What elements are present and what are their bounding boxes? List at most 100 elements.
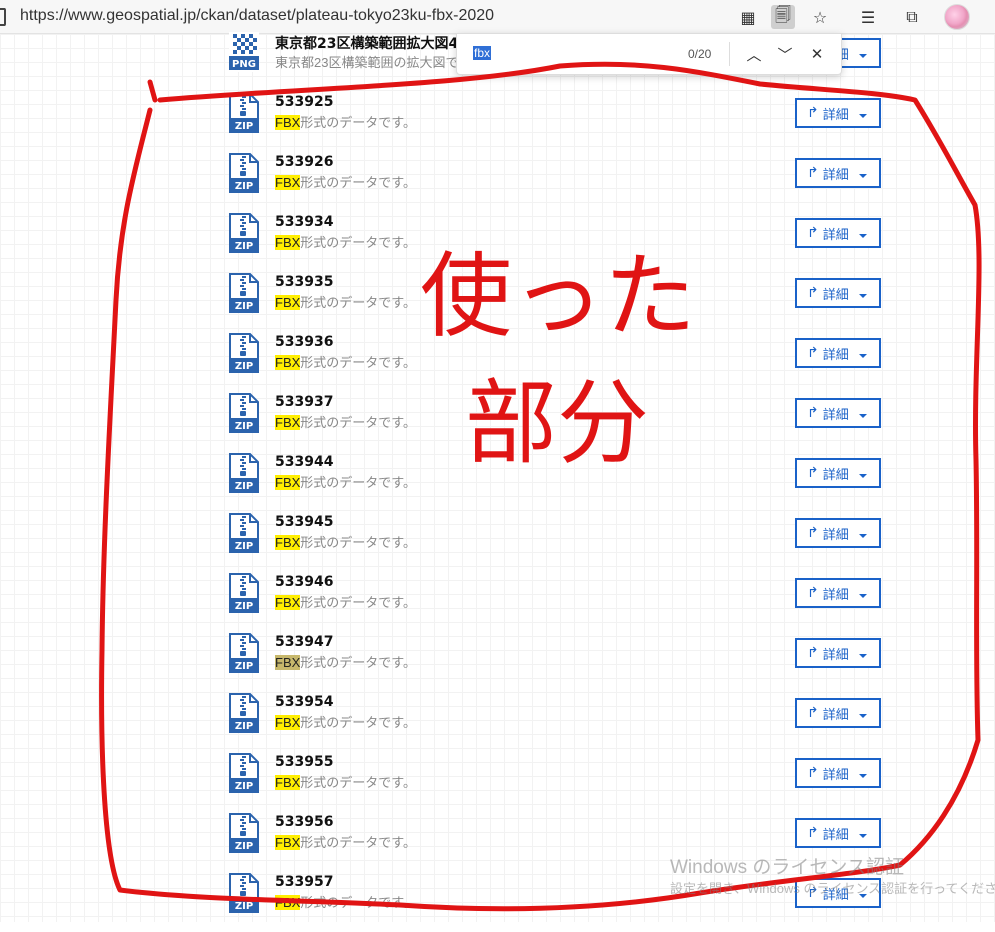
zip-file-icon: ZIP <box>229 153 259 193</box>
zip-file-icon: ZIP <box>229 693 259 733</box>
resource-row: ZIP 533926 FBX形式のデータです。 ↱ 詳細 <box>0 152 995 212</box>
detail-button-label: 詳細 <box>822 467 849 483</box>
resource-desc-text: 形式のデータです。 <box>300 235 416 250</box>
resource-title[interactable]: 533936 <box>275 334 333 350</box>
share-arrow-icon: ↱ <box>807 765 819 781</box>
detail-button[interactable]: ↱ 詳細 <box>795 758 881 788</box>
resource-desc-text: 形式のデータです。 <box>300 475 416 490</box>
caret-down-icon <box>858 654 867 658</box>
zip-file-icon: ZIP <box>229 333 259 373</box>
resource-desc-text: 形式のデータです。 <box>300 355 416 370</box>
resource-title[interactable]: 533947 <box>275 634 333 650</box>
png-badge: PNG <box>232 59 256 70</box>
find-previous-icon[interactable]: ︿ <box>743 43 765 65</box>
detail-button[interactable]: ↱ 詳細 <box>795 98 881 128</box>
detail-button[interactable]: ↱ 詳細 <box>795 458 881 488</box>
resource-row: ZIP 533946 FBX形式のデータです。 ↱ 詳細 <box>0 572 995 632</box>
zip-badge: ZIP <box>235 421 253 432</box>
resource-desc: FBX形式のデータです。 <box>275 292 416 311</box>
detail-button-label: 詳細 <box>822 527 849 543</box>
resource-desc-text: 形式のデータです。 <box>300 175 416 190</box>
resource-title[interactable]: 533946 <box>275 574 333 590</box>
resource-title[interactable]: 533956 <box>275 814 333 830</box>
detail-button-label: 詳細 <box>822 167 849 183</box>
activation-watermark-subtitle: 設定を開き、Windows のライセンス認証を行ってください <box>670 881 995 896</box>
zip-file-icon: ZIP <box>229 753 259 793</box>
resource-title[interactable]: 533945 <box>275 514 333 530</box>
find-highlight: FBX <box>275 715 301 730</box>
resource-title[interactable]: 533934 <box>275 214 333 230</box>
detail-button[interactable]: ↱ 詳細 <box>795 218 881 248</box>
detail-button[interactable]: ↱ 詳細 <box>795 818 881 848</box>
detail-button[interactable]: ↱ 詳細 <box>795 278 881 308</box>
resource-title[interactable]: 533955 <box>275 754 333 770</box>
caret-down-icon <box>858 234 867 238</box>
share-arrow-icon: ↱ <box>807 705 819 721</box>
resource-title[interactable]: 533926 <box>275 154 333 170</box>
caret-down-icon <box>858 174 867 178</box>
resource-row: ZIP 533947 FBX形式のデータです。 ↱ 詳細 <box>0 632 995 692</box>
zip-file-icon: ZIP <box>229 393 259 433</box>
zip-badge: ZIP <box>235 721 253 732</box>
detail-button[interactable]: ↱ 詳細 <box>795 638 881 668</box>
resource-title[interactable]: 533954 <box>275 694 333 710</box>
detail-button[interactable]: ↱ 詳細 <box>795 158 881 188</box>
share-arrow-icon: ↱ <box>807 405 819 421</box>
find-highlight: FBX <box>275 535 301 550</box>
find-next-icon[interactable]: ﹀ <box>774 43 796 65</box>
zip-file-icon: ZIP <box>229 573 259 613</box>
detail-button[interactable]: ↱ 詳細 <box>795 698 881 728</box>
resource-desc-text: 形式のデータです。 <box>300 775 416 790</box>
resource-row: ZIP 533944 FBX形式のデータです。 ↱ 詳細 <box>0 452 995 512</box>
resource-desc: FBX形式のデータです。 <box>275 352 416 371</box>
page-info-icon[interactable] <box>0 8 6 26</box>
zip-badge: ZIP <box>235 121 253 132</box>
collections-icon[interactable]: ⧉ <box>900 5 924 29</box>
share-arrow-icon: ↱ <box>807 645 819 661</box>
zip-badge: ZIP <box>235 481 253 492</box>
zip-file-icon: ZIP <box>229 273 259 313</box>
resource-desc-text: 形式のデータです。 <box>300 895 416 910</box>
find-highlight: FBX <box>275 415 301 430</box>
detail-button[interactable]: ↱ 詳細 <box>795 398 881 428</box>
browser-toolbar: https://www.geospatial.jp/ckan/dataset/p… <box>0 0 995 34</box>
caret-down-icon <box>858 534 867 538</box>
resource-title[interactable]: 533957 <box>275 874 333 890</box>
detail-button[interactable]: ↱ 詳細 <box>795 518 881 548</box>
find-highlight: FBX <box>275 835 301 850</box>
find-match-count: 0/20 <box>688 47 712 61</box>
resource-desc: FBX形式のデータです。 <box>275 832 416 851</box>
detail-button[interactable]: ↱ 詳細 <box>795 338 881 368</box>
find-highlight: FBX <box>275 775 301 790</box>
resource-title[interactable]: 533925 <box>275 94 333 110</box>
zip-badge: ZIP <box>235 301 253 312</box>
add-favorite-icon[interactable]: ☆ <box>808 5 832 29</box>
resource-title[interactable]: 533944 <box>275 454 333 470</box>
detail-button-label: 詳細 <box>822 707 849 723</box>
caret-down-icon <box>858 714 867 718</box>
share-arrow-icon: ↱ <box>807 525 819 541</box>
resource-desc: FBX形式のデータです。 <box>275 772 416 791</box>
grid-icon[interactable]: ▦ <box>736 5 760 29</box>
favorites-icon[interactable]: ☰ <box>856 5 880 29</box>
detail-button[interactable]: ↱ 詳細 <box>795 578 881 608</box>
resource-row: ZIP 533935 FBX形式のデータです。 ↱ 詳細 <box>0 272 995 332</box>
caret-down-icon <box>858 474 867 478</box>
resource-desc: FBX形式のデータです。 <box>275 232 416 251</box>
resource-title[interactable]: 533935 <box>275 274 333 290</box>
resource-row: ZIP 533934 FBX形式のデータです。 ↱ 詳細 <box>0 212 995 272</box>
resource-desc: FBX形式のデータです。 <box>275 652 416 671</box>
zip-badge: ZIP <box>235 541 253 552</box>
resource-title[interactable]: 東京都23区構築範囲拡大図4 <box>275 33 458 53</box>
resource-desc: FBX形式のデータです。 <box>275 172 416 191</box>
resource-desc-text: 形式のデータです。 <box>300 295 416 310</box>
find-in-page-icon[interactable]: 🗐 <box>771 5 795 29</box>
find-close-icon[interactable]: ✕ <box>806 43 828 65</box>
profile-avatar[interactable] <box>944 4 970 30</box>
address-bar[interactable]: https://www.geospatial.jp/ckan/dataset/p… <box>20 7 494 25</box>
resource-title[interactable]: 533937 <box>275 394 333 410</box>
zip-badge: ZIP <box>235 661 253 672</box>
activation-watermark-title: Windows のライセンス認証 <box>670 857 904 878</box>
find-input[interactable]: fbx <box>473 46 492 60</box>
resource-desc: 東京都23区構築範囲の拡大図です <box>275 55 472 70</box>
